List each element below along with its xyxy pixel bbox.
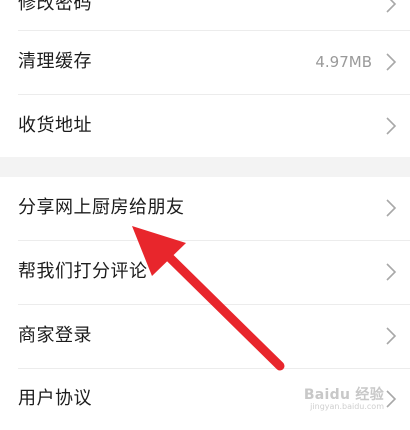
chevron-right-icon <box>382 388 400 410</box>
chevron-right-icon <box>382 261 400 283</box>
settings-item-label: 收货地址 <box>18 115 92 136</box>
settings-item-label: 商家登录 <box>18 325 92 346</box>
settings-item-change-password[interactable]: 修改密码 <box>0 0 410 30</box>
chevron-right-icon <box>382 197 400 219</box>
watermark-url: jingyan.baidu.com <box>310 402 384 411</box>
settings-item-clear-cache[interactable]: 清理缓存 4.97MB <box>0 31 410 94</box>
settings-item-merchant-login[interactable]: 商家登录 <box>0 305 410 368</box>
settings-item-label: 修改密码 <box>18 0 92 14</box>
chevron-right-icon <box>382 115 400 137</box>
settings-item-label: 帮我们打分评论 <box>18 261 148 282</box>
settings-item-share-app[interactable]: 分享网上厨房给朋友 <box>0 177 410 240</box>
settings-item-shipping-address[interactable]: 收货地址 <box>0 95 410 157</box>
cache-size-value: 4.97MB <box>315 53 372 71</box>
settings-item-rate-app[interactable]: 帮我们打分评论 <box>0 241 410 304</box>
watermark-logo-text: Baidu 经验 <box>303 387 384 403</box>
chevron-right-icon <box>382 0 400 15</box>
section-separator <box>0 157 410 177</box>
chevron-right-icon <box>382 325 400 347</box>
settings-item-label: 清理缓存 <box>18 51 92 72</box>
chevron-right-icon <box>382 51 400 73</box>
settings-screen: 修改密码 清理缓存 4.97MB 收货地址 分享网上厨房给朋友 帮我们打分评论 <box>0 0 410 430</box>
watermark-logo: Baidu 经验 jingyan.baidu.com <box>292 384 384 414</box>
settings-item-label: 分享网上厨房给朋友 <box>18 197 185 218</box>
settings-item-label: 用户协议 <box>18 388 92 409</box>
